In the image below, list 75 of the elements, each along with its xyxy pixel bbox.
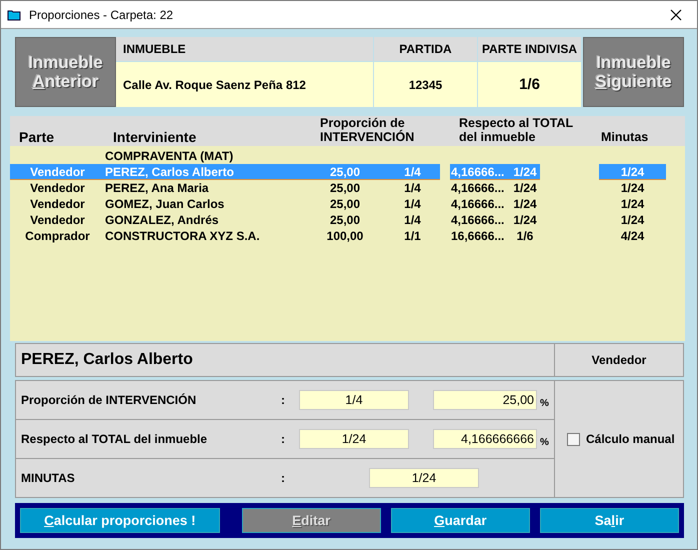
table-cell-text: Comprador: [24, 229, 91, 243]
table-row[interactable]: Vendedor GONZALEZ, Andrés 25,00 1/4: [10, 212, 440, 228]
field-label: MINUTAS: [20, 471, 76, 485]
table-cell-text: 1/24: [620, 164, 646, 178]
table-cell-text: 1/4: [403, 213, 422, 227]
column-header: Parte: [19, 130, 54, 144]
group-label: COMPRAVENTA (MAT): [105, 149, 234, 163]
table-row[interactable]: Vendedor GOMEZ, Juan Carlos 25,00 1/4: [10, 196, 440, 212]
table-cell-text: PEREZ, Carlos Alberto: [105, 164, 235, 178]
table-cell-text: 1/24: [512, 213, 538, 227]
table-row[interactable]: 4,16666... 1/24: [450, 180, 540, 196]
table-cell-text: 1/4: [403, 164, 422, 178]
table-cell-text: PEREZ, Ana Maria: [105, 181, 210, 195]
input-field[interactable]: 1/4: [299, 390, 409, 410]
table-row[interactable]: 4,16666... 1/24: [450, 196, 540, 212]
table-cell-text: 4,16666...: [450, 213, 506, 227]
table-cell-text: 16,6666...: [450, 229, 506, 243]
input-field[interactable]: 1/24: [299, 429, 409, 449]
input-field[interactable]: 4,166666666: [433, 429, 537, 449]
table-cell-text: 100,00: [326, 229, 364, 243]
percent-sign: %: [540, 398, 549, 408]
table-cell-text: Vendedor: [29, 164, 86, 178]
column-header: Respecto al TOTAL del inmueble: [459, 116, 574, 144]
table-cell-text: 4,16666...: [450, 197, 506, 211]
participant-name: PEREZ, Carlos Alberto: [16, 344, 555, 376]
colon-separator: :: [281, 432, 286, 446]
column-header: PARTIDA: [374, 37, 478, 61]
table-cell: Calle Av. Roque Saenz Peña 812: [116, 61, 374, 107]
table-row[interactable]: Vendedor PEREZ, Ana Maria 25,00 1/4: [10, 180, 440, 196]
column-header: PARTE INDIVISA: [478, 37, 582, 61]
table-cell-text: Vendedor: [29, 181, 86, 195]
table-cell-text: 1/4: [403, 197, 422, 211]
table-cell-text: 1/6: [516, 229, 534, 243]
table-row[interactable]: 1/24: [599, 212, 666, 228]
column-header: Proporción de INTERVENCIÓN: [320, 116, 416, 144]
colon-separator: :: [281, 393, 286, 407]
percent-sign: %: [540, 436, 549, 448]
checkbox[interactable]: [567, 432, 580, 446]
table-cell-text: 1/4: [403, 181, 422, 195]
table-row[interactable]: 4,16666... 1/24: [450, 212, 540, 228]
field-label: Proporción de INTERVENCIÓN: [20, 393, 198, 407]
close-button[interactable]: [669, 8, 683, 22]
table-cell-text: 25,00: [328, 181, 362, 195]
field-label: Respecto al TOTAL del inmueble: [20, 432, 208, 446]
table-cell-text: 25,00: [328, 213, 362, 227]
table-cell-text: 4,16666...: [450, 181, 506, 195]
table-row[interactable]: 16,6666... 1/6: [450, 228, 540, 244]
participant-role: Vendedor: [590, 352, 648, 369]
table-cell-text: Vendedor: [29, 197, 86, 211]
table-cell-text: 4,16666...: [450, 164, 506, 178]
table-row[interactable]: Comprador CONSTRUCTORA XYZ S.A. 100,00 1/1: [10, 228, 440, 244]
input-field[interactable]: 1/24: [369, 468, 479, 488]
table-cell-text: 1/24: [512, 181, 538, 195]
table-row[interactable]: 1/24: [599, 196, 666, 212]
table-cell-text: GONZALEZ, Andrés: [105, 213, 220, 227]
table-cell-text: 1/1: [403, 229, 422, 243]
table-cell-text: CONSTRUCTORA XYZ S.A.: [105, 229, 261, 243]
table-cell-text: Vendedor: [29, 213, 86, 227]
column-header: Interviniente: [113, 130, 196, 144]
window-title: Proporciones - Carpeta: 22: [29, 8, 174, 22]
table-cell-text: 1/24: [512, 197, 538, 211]
table-row[interactable]: 1/24: [599, 180, 666, 196]
table-cell-text: 25,00: [328, 164, 362, 178]
table-cell-text: GOMEZ, Juan Carlos: [105, 197, 226, 211]
table-row[interactable]: 4/24: [599, 228, 666, 244]
checkbox-label: Cálculo manual: [586, 432, 675, 446]
table-cell: 1/6: [478, 61, 582, 107]
column-header: Minutas: [601, 130, 648, 144]
colon-separator: :: [281, 471, 286, 485]
table-cell-text: 1/24: [512, 164, 538, 178]
folder-icon: [7, 8, 21, 20]
table-cell: 12345: [374, 61, 478, 107]
input-field[interactable]: 25,00: [433, 390, 537, 410]
column-header: INMUEBLE: [116, 37, 374, 61]
table-cell-text: 25,00: [328, 197, 362, 211]
